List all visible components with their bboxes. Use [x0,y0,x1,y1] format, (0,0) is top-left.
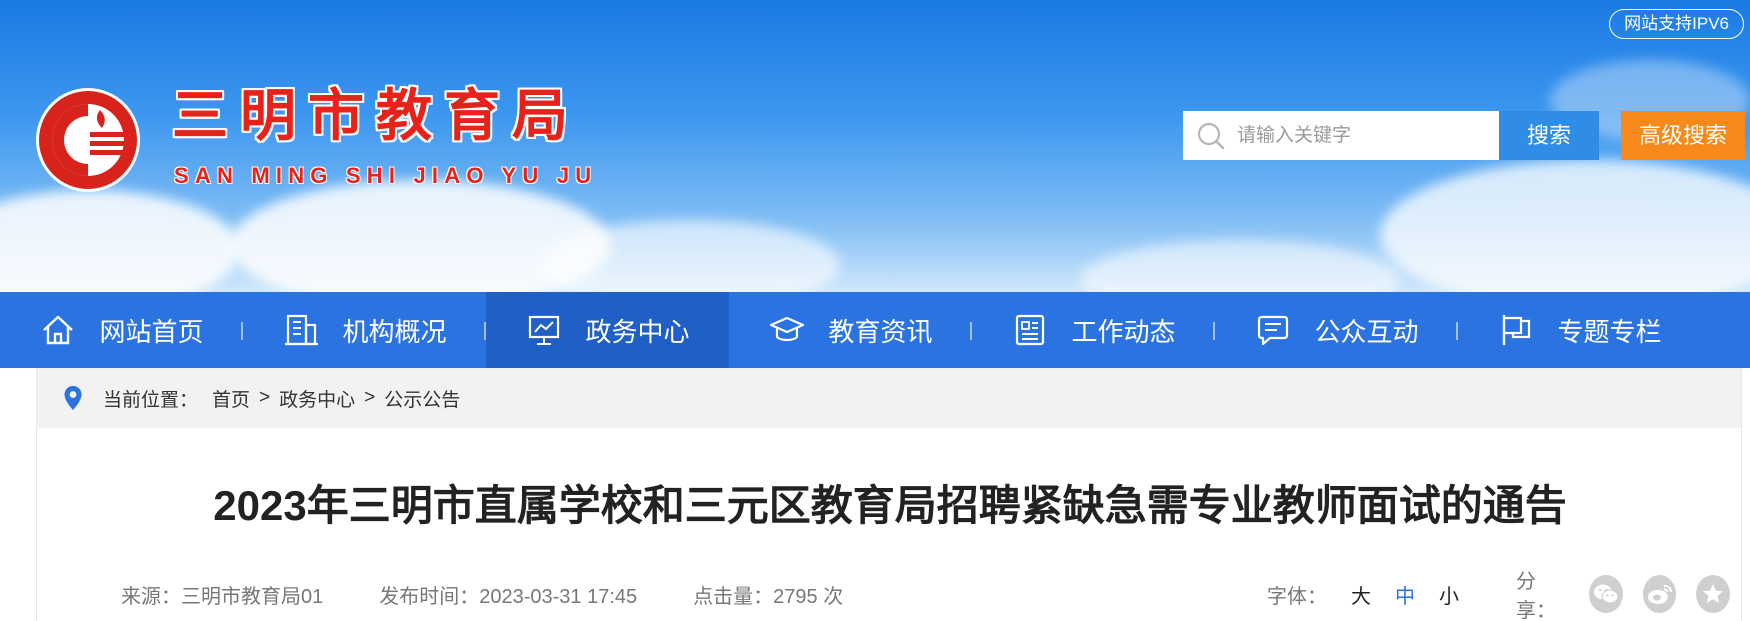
location-pin-icon [64,386,82,410]
wechat-icon[interactable] [1589,575,1623,613]
nav-item-label: 教育资讯 [828,316,933,347]
article-meta: 来源：三明市教育局01 发布时间：2023-03-31 17:45 点击量：27… [121,571,1730,621]
breadcrumb-separator: > [364,387,376,408]
nav-item-label: 机构概况 [342,316,447,347]
cloud-decoration [1380,160,1750,292]
flag-icon [1503,315,1531,345]
breadcrumb-home[interactable]: 首页 [212,385,250,412]
site-header: 网站支持IPV6 三明市教育局 SAN MING SHI JIAO YU JU … [0,0,1750,292]
breadcrumb-separator: > [259,387,271,408]
nav-item-home[interactable]: 网站首页 [0,292,243,368]
advanced-search-button[interactable]: 高级搜索 [1621,111,1745,160]
font-size-selector: 字体： 大 中 小 [1267,574,1459,614]
document-icon [1016,314,1045,346]
home-icon [43,315,74,345]
breadcrumb-prefix: 当前位置： [103,389,199,411]
nav-item-work-updates[interactable]: 工作动态 [972,292,1215,368]
chat-icon [1258,315,1289,346]
nav-item-label: 专题专栏 [1557,316,1662,347]
nav-item-label: 工作动态 [1071,316,1176,347]
article-title: 2023年三明市直属学校和三元区教育局招聘紧缺急需专业教师面试的通告 [213,482,1567,529]
search-icon [1197,122,1225,149]
logo-emblem-icon[interactable] [34,86,142,194]
article-publish-time: 发布时间：2023-03-31 17:45 [379,585,638,608]
weibo-icon[interactable] [1642,575,1677,613]
site-subtitle: SAN MING SHI JIAO YU JU [174,163,598,188]
search-box [1183,111,1499,160]
breadcrumb: 当前位置： 首页 > 政务中心 > 公示公告 [37,368,1741,428]
favorite-icon[interactable] [1696,575,1730,613]
ipv6-badge: 网站支持IPV6 [1609,9,1744,39]
nav-item-special-topics[interactable]: 专题专栏 [1458,292,1701,368]
breadcrumb-government-center[interactable]: 政务中心 [279,385,355,412]
font-size-label: 字体： [1267,585,1327,608]
nav-item-label: 公众互动 [1314,316,1419,347]
article-hits: 点击量：2795 次 [693,585,844,608]
nav-item-government-center[interactable]: 政务中心 [486,292,729,368]
cloud-decoration [0,190,240,292]
nav-item-organization[interactable]: 机构概况 [243,292,486,368]
article-container: 当前位置： 首页 > 政务中心 > 公示公告 2023年三明市直属学校和三元区教… [36,368,1742,621]
font-size-small[interactable]: 小 [1439,580,1459,609]
article-source: 来源：三明市教育局01 [121,585,324,608]
main-nav: 网站首页 机构概况 政务中心 教育资讯 工作动态 公众互动 专题专栏 [0,292,1750,368]
breadcrumb-announcements[interactable]: 公示公告 [384,385,460,412]
nav-item-label: 网站首页 [99,316,204,347]
graduation-cap-icon [770,316,805,342]
search-button[interactable]: 搜索 [1499,111,1599,160]
nav-item-label: 政务中心 [585,316,690,347]
share-label: 分享： [1516,571,1556,621]
font-size-medium[interactable]: 中 [1395,580,1415,609]
share-bar: 分享： [1516,571,1730,621]
presentation-icon [529,315,560,345]
nav-item-education-news[interactable]: 教育资讯 [729,292,972,368]
search-input[interactable] [1237,124,1487,147]
building-icon [285,314,319,346]
nav-item-public-interaction[interactable]: 公众互动 [1215,292,1458,368]
cloud-decoration [1080,240,1400,292]
font-size-large[interactable]: 大 [1351,580,1371,609]
site-title[interactable]: 三明市教育局 [172,84,580,150]
